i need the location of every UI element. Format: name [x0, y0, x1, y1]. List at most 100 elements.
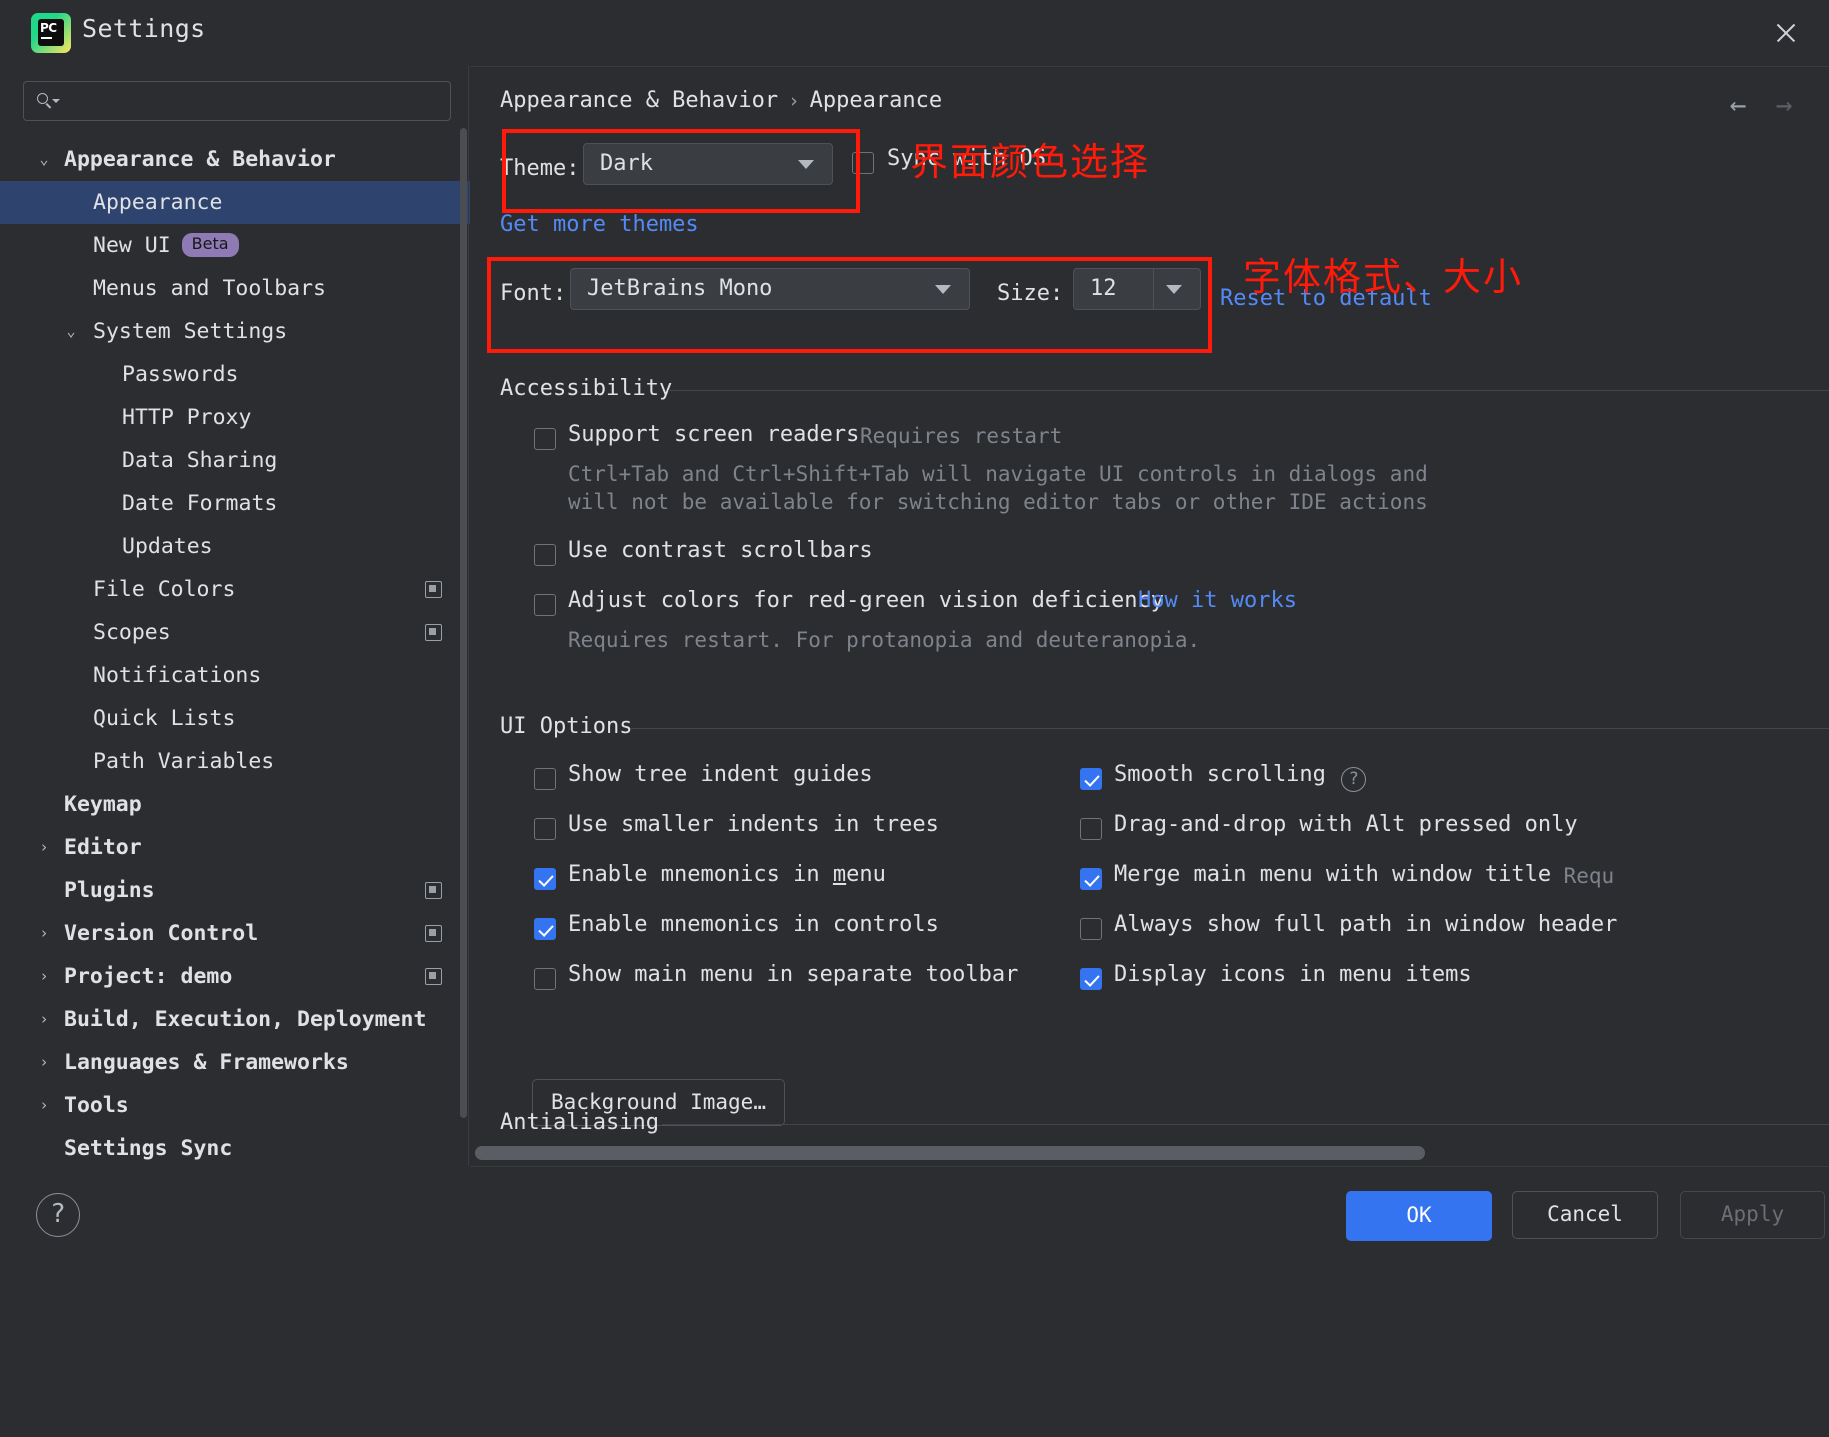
question-icon[interactable]: ?	[1341, 767, 1367, 792]
adjust-colors-label: Adjust colors for red-green vision defic…	[568, 588, 1165, 613]
sidebar-item-build-execution-deployment[interactable]: › Build, Execution, Deployment	[0, 998, 470, 1041]
drag-and-drop-with-alt-pressed-only-checkbox[interactable]	[1080, 818, 1102, 840]
sidebar-item-scopes[interactable]: Scopes	[0, 611, 470, 654]
antialiasing-section-title: Antialiasing	[500, 1110, 1829, 1135]
merge-main-menu-with-window-title-checkbox[interactable]	[1080, 868, 1102, 890]
sidebar-item-label: System Settings	[93, 319, 288, 344]
sidebar-item-path-variables[interactable]: Path Variables	[0, 740, 470, 783]
search-input[interactable]	[23, 81, 451, 121]
cancel-button[interactable]: Cancel	[1512, 1191, 1658, 1239]
dialog-title: Settings	[82, 14, 206, 43]
apply-button[interactable]: Apply	[1680, 1191, 1825, 1239]
sidebar-item-label: Project: demo	[64, 964, 233, 989]
sidebar-item-file-colors[interactable]: File Colors	[0, 568, 470, 611]
accessibility-hint-line2: will not be available for switching edit…	[568, 490, 1428, 514]
sidebar-item-version-control[interactable]: › Version Control	[0, 912, 470, 955]
arrow-left-icon[interactable]: ←	[1715, 88, 1761, 122]
ok-button[interactable]: OK	[1346, 1191, 1492, 1241]
support-screen-readers-label: Support screen readers	[568, 422, 860, 447]
sidebar-item-updates[interactable]: Updates	[0, 525, 470, 568]
display-icons-in-menu-items-checkbox[interactable]	[1080, 968, 1102, 990]
sidebar-item-data-sharing[interactable]: Data Sharing	[0, 439, 470, 482]
sidebar-item-label: Settings Sync	[64, 1136, 233, 1161]
sidebar-item-quick-lists[interactable]: Quick Lists	[0, 697, 470, 740]
sidebar-item-new-ui[interactable]: New UI Beta	[0, 224, 470, 267]
pycharm-logo-icon: PC	[31, 13, 71, 53]
arrow-right-icon[interactable]: →	[1761, 88, 1807, 122]
use-smaller-indents-in-trees-checkbox[interactable]	[534, 818, 556, 840]
chevron-right-icon[interactable]: ›	[35, 826, 53, 869]
chevron-right-icon[interactable]: ›	[35, 998, 53, 1041]
adjust-colors-checkbox[interactable]	[534, 594, 556, 616]
sidebar-item-notifications[interactable]: Notifications	[0, 654, 470, 697]
how-it-works-link[interactable]: How it works	[1138, 588, 1297, 613]
show-tree-indent-guides-checkbox[interactable]	[534, 768, 556, 790]
protanopia-hint: Requires restart. For protanopia and deu…	[568, 628, 1201, 652]
settings-dialog: PC Settings ⌄ Appearance & Behavior Appear…	[0, 0, 1829, 1437]
settings-tree: ⌄ Appearance & Behavior Appearance New UI Be…	[0, 138, 470, 1166]
sidebar-item-passwords[interactable]: Passwords	[0, 353, 470, 396]
breadcrumb-root[interactable]: Appearance & Behavior	[500, 88, 778, 113]
sidebar-item-label: File Colors	[93, 577, 236, 602]
use-contrast-scrollbars-checkbox[interactable]	[534, 544, 556, 566]
configurable-marker-icon	[425, 581, 442, 598]
sidebar-item-editor[interactable]: › Editor	[0, 826, 470, 869]
sidebar-divider	[468, 66, 469, 1166]
accessibility-title-text: Accessibility	[500, 376, 673, 401]
navigation-arrows: ← →	[1715, 88, 1807, 122]
sidebar-item-system-settings[interactable]: ⌄ System Settings	[0, 310, 470, 353]
chevron-right-icon[interactable]: ›	[35, 955, 53, 998]
annotation-text-theme: 界面颜色选择	[910, 140, 1151, 184]
sidebar-item-http-proxy[interactable]: HTTP Proxy	[0, 396, 470, 439]
sidebar-item-project-demo[interactable]: › Project: demo	[0, 955, 470, 998]
enable-mnemonics-in-controls-label: Enable mnemonics in controls	[568, 912, 939, 937]
chevron-down-icon[interactable]: ⌄	[62, 310, 80, 353]
configurable-marker-icon	[425, 925, 442, 942]
sidebar-item-appearance-behavior[interactable]: ⌄ Appearance & Behavior	[0, 138, 470, 181]
sidebar-item-date-formats[interactable]: Date Formats	[0, 482, 470, 525]
enable-mnemonics-in-menu-checkbox[interactable]	[534, 868, 556, 890]
use-contrast-scrollbars-label: Use contrast scrollbars	[568, 538, 873, 563]
enable-mnemonics-in-controls-checkbox[interactable]	[534, 918, 556, 940]
always-show-full-path-in-window-header-checkbox[interactable]	[1080, 918, 1102, 940]
close-icon[interactable]	[1765, 12, 1807, 54]
show-main-menu-in-separate-toolbar-checkbox[interactable]	[534, 968, 556, 990]
support-screen-readers-checkbox[interactable]	[534, 428, 556, 450]
smooth-scrolling-checkbox[interactable]	[1080, 768, 1102, 790]
sidebar-item-label: Updates	[122, 534, 213, 559]
chevron-right-icon[interactable]: ›	[35, 1041, 53, 1084]
ui-options-title-text: UI Options	[500, 714, 633, 739]
help-button[interactable]: ?	[36, 1193, 80, 1237]
accessibility-section-title: Accessibility	[500, 376, 1829, 401]
sidebar-item-label: Languages & Frameworks	[64, 1050, 349, 1075]
sidebar-item-keymap[interactable]: Keymap	[0, 783, 470, 826]
chevron-down-icon[interactable]: ⌄	[35, 138, 53, 181]
sidebar-item-label: Path Variables	[93, 749, 275, 774]
sidebar-item-plugins[interactable]: Plugins	[0, 869, 470, 912]
sidebar-item-label: Editor	[64, 835, 142, 860]
sidebar-item-label: Build, Execution, Deployment	[64, 1007, 427, 1032]
sidebar-item-menus-and-toolbars[interactable]: Menus and Toolbars	[0, 267, 470, 310]
chevron-right-icon[interactable]: ›	[35, 1084, 53, 1127]
sidebar-item-appearance[interactable]: Appearance	[0, 181, 470, 224]
get-more-themes-link[interactable]: Get more themes	[500, 212, 699, 237]
sidebar-item-label: HTTP Proxy	[122, 405, 252, 430]
configurable-marker-icon	[425, 624, 442, 641]
sidebar-item-label: Data Sharing	[122, 448, 278, 473]
sidebar-item-languages-frameworks[interactable]: › Languages & Frameworks	[0, 1041, 470, 1084]
sidebar-item-label: Keymap	[64, 792, 142, 817]
sidebar-item-tools[interactable]: › Tools	[0, 1084, 470, 1127]
annotation-box-font	[487, 257, 1212, 353]
search-icon	[36, 92, 60, 112]
panel-horizontal-scrollbar[interactable]	[475, 1146, 1425, 1160]
sidebar-item-label: Date Formats	[122, 491, 278, 516]
sidebar-item-settings-sync[interactable]: Settings Sync	[0, 1127, 470, 1166]
sidebar-item-label: Tools	[64, 1093, 129, 1118]
beta-badge: Beta	[181, 233, 239, 257]
sidebar-scrollbar[interactable]	[460, 128, 467, 1118]
sidebar-item-label: Quick Lists	[93, 706, 236, 731]
chevron-right-icon[interactable]: ›	[35, 912, 53, 955]
sidebar-item-label: New UI Beta	[93, 224, 239, 267]
sidebar-item-label: Notifications	[93, 663, 262, 688]
breadcrumb-separator: ›	[788, 90, 800, 112]
